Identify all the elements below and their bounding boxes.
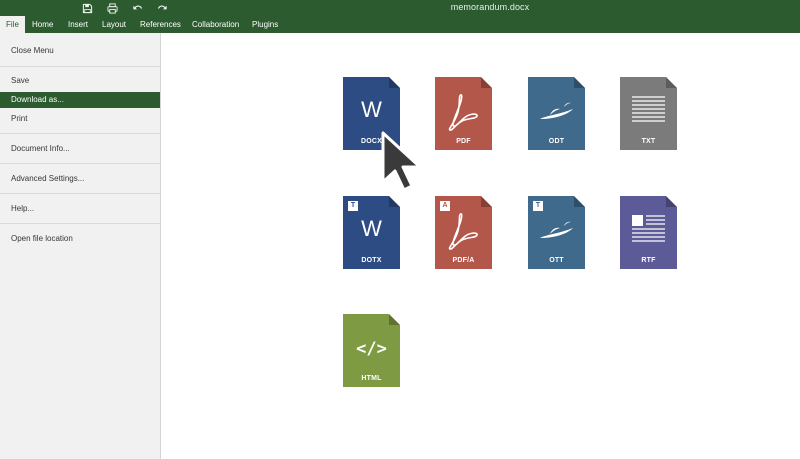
menu-item-advanced-settings[interactable]: Advanced Settings...	[0, 171, 160, 186]
tab-collaboration[interactable]: Collaboration	[186, 16, 245, 33]
menu-item-help[interactable]: Help...	[0, 201, 160, 216]
mouse-pointer-icon	[381, 131, 422, 192]
menu-divider	[0, 163, 160, 164]
tab-file[interactable]: File	[0, 16, 25, 33]
format-label: TXT	[641, 138, 656, 145]
format-label: OTT	[549, 257, 564, 264]
format-label: PDF/A	[452, 257, 475, 264]
menu-item-open-file-location[interactable]: Open file location	[0, 231, 160, 246]
tab-home[interactable]: Home	[26, 16, 59, 33]
tab-layout[interactable]: Layout	[96, 16, 132, 33]
menu-divider	[0, 193, 160, 194]
format-label: PDF	[456, 138, 471, 145]
format-odt[interactable]: ODT	[528, 77, 585, 150]
tab-references[interactable]: References	[134, 16, 187, 33]
format-label: RTF	[641, 257, 656, 264]
menu-item-save[interactable]: Save	[0, 73, 160, 88]
format-pdfa[interactable]: A PDF/A	[435, 196, 492, 269]
menu-item-document-info[interactable]: Document Info...	[0, 141, 160, 156]
format-rtf[interactable]: RTF	[620, 196, 677, 269]
format-ott[interactable]: T OTT	[528, 196, 585, 269]
format-label: HTML	[361, 375, 382, 382]
title-bar: memorandum.docx	[0, 0, 800, 16]
file-menu: Close Menu Save Download as... Print Doc…	[0, 33, 161, 459]
menu-divider	[0, 66, 160, 67]
format-label: ODT	[548, 138, 565, 145]
format-label: DOTX	[361, 257, 382, 264]
document-title: memorandum.docx	[450, 2, 530, 12]
menu-item-print[interactable]: Print	[0, 111, 160, 126]
format-html[interactable]: </> HTML	[343, 314, 400, 387]
format-pdf[interactable]: PDF	[435, 77, 492, 150]
ribbon-tabs: File Home Insert Layout References Colla…	[0, 16, 800, 33]
menu-item-close-menu[interactable]: Close Menu	[0, 43, 160, 58]
menu-item-download-as[interactable]: Download as...	[0, 92, 160, 108]
format-dotx[interactable]: T W DOTX	[343, 196, 400, 269]
menu-divider	[0, 223, 160, 224]
tab-plugins[interactable]: Plugins	[246, 16, 284, 33]
menu-divider	[0, 133, 160, 134]
tab-insert[interactable]: Insert	[62, 16, 94, 33]
format-txt[interactable]: TXT	[620, 77, 677, 150]
